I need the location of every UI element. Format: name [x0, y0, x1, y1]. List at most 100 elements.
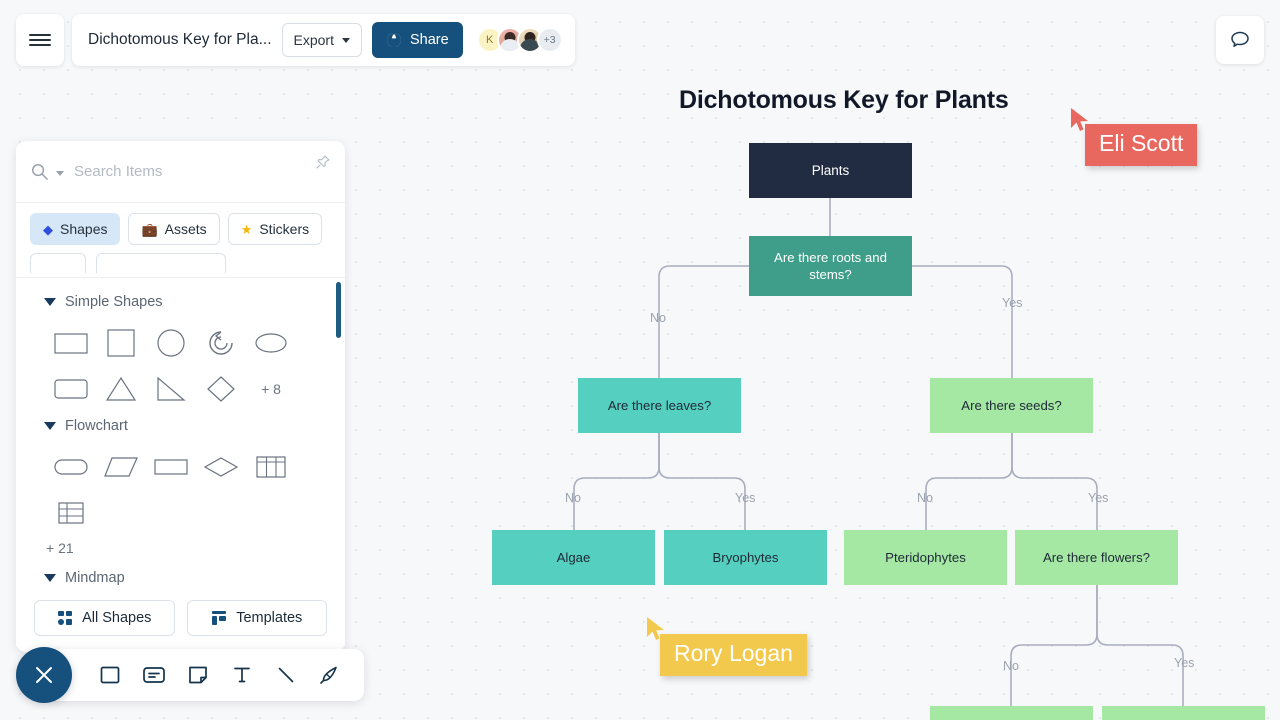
flowchart-more-count[interactable]: + 21 — [16, 538, 345, 566]
briefcase-icon: 💼 — [141, 221, 158, 237]
line-tool-button[interactable] — [266, 655, 306, 695]
shape-table-grid[interactable] — [46, 490, 96, 536]
tab-shapes[interactable]: ◆ Shapes — [30, 213, 121, 245]
share-button[interactable]: Share — [371, 22, 463, 58]
hamburger-icon — [29, 32, 51, 48]
panel-footer: All Shapes Templates — [16, 592, 345, 646]
pen-icon — [320, 666, 337, 684]
cursor-name-label: Rory Logan — [660, 634, 807, 676]
edge-label: Yes — [1174, 656, 1195, 670]
shape-rectangle[interactable] — [46, 320, 96, 366]
group-header-mindmap[interactable]: Mindmap — [16, 566, 345, 592]
panel-tabs: ◆ Shapes 💼 Assets ★ Stickers — [16, 203, 345, 253]
templates-button[interactable]: Templates — [186, 600, 327, 636]
card-tool-button[interactable] — [134, 655, 174, 695]
group-header-simple-shapes[interactable]: Simple Shapes — [16, 290, 345, 316]
diagram-node-leaf5[interactable] — [930, 706, 1093, 720]
scrollbar-thumb[interactable] — [336, 282, 341, 338]
shape-parallelogram[interactable] — [96, 444, 146, 490]
templates-label: Templates — [236, 610, 303, 626]
shape-grid-simple: + 8 — [16, 316, 321, 414]
edge-label: Yes — [1088, 491, 1109, 505]
edge-label: No — [917, 491, 933, 505]
diagram-node-leaves[interactable]: Are there leaves? — [578, 378, 741, 433]
hamburger-menu-button[interactable] — [16, 14, 64, 66]
search-row — [16, 141, 345, 203]
group-header-flowchart[interactable]: Flowchart — [16, 414, 345, 440]
node-label: Plants — [811, 163, 850, 178]
category-chip[interactable] — [96, 253, 226, 273]
templates-icon — [212, 611, 227, 625]
square-icon — [100, 666, 120, 684]
shapes-panel: ◆ Shapes 💼 Assets ★ Stickers Simple Shap… — [16, 141, 345, 652]
export-button[interactable]: Export — [281, 23, 362, 57]
diagram-node-algae[interactable]: Algae — [492, 530, 655, 585]
shape-table-columns[interactable] — [246, 444, 296, 490]
chevron-down-icon — [341, 37, 350, 43]
shapes-scroll-pane[interactable]: Simple Shapes + 8 Flowchart + 21 Mindmap — [16, 277, 345, 592]
text-t-icon — [234, 667, 250, 683]
diagram-node-bryophytes[interactable]: Bryophytes — [664, 530, 827, 585]
shape-square[interactable] — [96, 320, 146, 366]
category-chips-row — [16, 253, 345, 273]
tab-stickers-label: Stickers — [259, 221, 310, 237]
shape-arc[interactable] — [196, 320, 246, 366]
pin-icon[interactable] — [315, 154, 331, 175]
chevron-down-icon — [44, 422, 56, 430]
chevron-down-icon — [44, 574, 56, 582]
edge-label: No — [650, 311, 666, 325]
shape-circle[interactable] — [146, 320, 196, 366]
diagram-node-flowers[interactable]: Are there flowers? — [1015, 530, 1178, 585]
diagram-node-roots[interactable]: Are there roots and stems? — [749, 236, 912, 296]
app-root: Dichotomous Key for Plants Plants Are th… — [0, 0, 1280, 720]
shape-process-rectangle[interactable] — [146, 444, 196, 490]
diagram-node-plants[interactable]: Plants — [749, 143, 912, 198]
node-label: Are there seeds? — [961, 398, 1062, 413]
search-input[interactable] — [74, 163, 331, 180]
node-label: Are there leaves? — [607, 398, 712, 413]
group-label: Mindmap — [65, 570, 125, 586]
collaborator-avatars[interactable]: K +3 — [476, 27, 563, 53]
shape-triangle[interactable] — [96, 366, 146, 412]
globe-icon — [386, 32, 401, 48]
shape-diamond[interactable] — [196, 366, 246, 412]
blue-diamond-icon: ◆ — [43, 221, 53, 237]
tab-assets-label: Assets — [164, 221, 207, 237]
bottom-toolbar — [48, 649, 364, 701]
node-label: Bryophytes — [712, 550, 779, 565]
category-chip[interactable] — [30, 253, 86, 273]
comments-button[interactable] — [1216, 16, 1264, 64]
group-label: Flowchart — [65, 418, 128, 434]
all-shapes-button[interactable]: All Shapes — [34, 600, 175, 636]
node-label: Algae — [556, 550, 591, 565]
comment-bubble-icon — [1231, 31, 1249, 47]
avatar-overflow-badge[interactable]: +3 — [536, 27, 563, 53]
edge-label: No — [1003, 659, 1019, 673]
shape-stadium[interactable] — [46, 444, 96, 490]
tab-assets[interactable]: 💼 Assets — [128, 213, 220, 245]
top-bar: Dichotomous Key for Pla... Export Share … — [16, 14, 575, 66]
close-toolbar-button[interactable] — [16, 647, 72, 703]
diagram-node-leaf6[interactable] — [1102, 706, 1265, 720]
all-shapes-label: All Shapes — [82, 610, 152, 626]
page-title[interactable]: Dichotomous Key for Pla... — [88, 31, 272, 49]
pen-tool-button[interactable] — [310, 655, 350, 695]
diagram-node-pterido[interactable]: Pteridophytes — [844, 530, 1007, 585]
text-tool-button[interactable] — [222, 655, 262, 695]
shape-right-triangle[interactable] — [146, 366, 196, 412]
card-icon — [143, 667, 165, 683]
tab-stickers[interactable]: ★ Stickers — [227, 213, 323, 245]
shape-rounded-rectangle[interactable] — [46, 366, 96, 412]
diagram-node-seeds[interactable]: Are there seeds? — [930, 378, 1093, 433]
search-icon — [30, 162, 49, 181]
shape-ellipse[interactable] — [246, 320, 296, 366]
tab-shapes-label: Shapes — [60, 221, 108, 237]
export-label: Export — [293, 32, 334, 48]
close-x-icon — [36, 667, 52, 683]
note-tool-button[interactable] — [178, 655, 218, 695]
node-label: Are there flowers? — [1042, 550, 1150, 565]
simple-shapes-more-count[interactable]: + 8 — [246, 366, 296, 412]
shape-decision-diamond[interactable] — [196, 444, 246, 490]
shape-tool-button[interactable] — [90, 655, 130, 695]
search-filter-caret-icon[interactable] — [56, 170, 64, 176]
